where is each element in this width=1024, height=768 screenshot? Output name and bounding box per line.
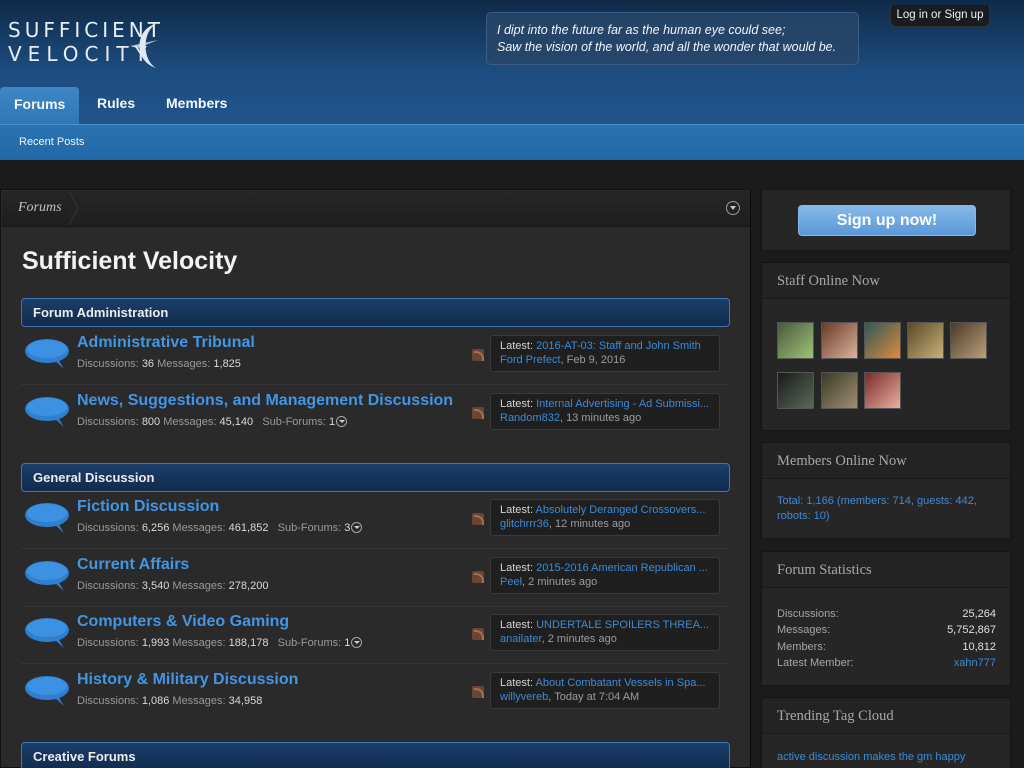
latest-post-box: Latest: 2016-AT-03: Staff and John Smith… [490,335,720,372]
tab-members[interactable]: Members [166,86,227,124]
category-creative-forums[interactable]: Creative Forums [21,742,730,768]
quote-line-2: Saw the vision of the world, and all the… [497,40,837,54]
latest-user-link[interactable]: Peel [500,576,522,588]
rss-icon[interactable] [472,349,484,361]
latest-user-link[interactable]: glitchrrr36 [500,518,549,530]
subforums-dropdown-icon[interactable] [351,522,363,533]
latest-user-link[interactable]: Ford Prefect [500,354,561,366]
latest-post-box: Latest: 2015-2016 American Republican ..… [490,557,720,594]
forum-row: Fiction Discussion Discussions: 6,256 Me… [21,492,730,549]
latest-thread-link[interactable]: 2016-AT-03: Staff and John Smith [536,340,701,352]
sign-up-button[interactable]: Sign up now! [798,205,976,236]
forum-title-link[interactable]: News, Suggestions, and Management Discus… [77,392,453,410]
category-general-discussion[interactable]: General Discussion [21,463,730,492]
forum-title-link[interactable]: Current Affairs [77,556,189,574]
avatar[interactable] [821,372,858,409]
rss-icon[interactable] [472,407,484,419]
forum-stats: Discussions: 6,256 Messages: 461,852 Sub… [77,522,363,534]
staff-online-block: Staff Online Now [761,262,1011,431]
members-online-block: Members Online Now Total: 1,166 (members… [761,442,1011,539]
forum-row: News, Suggestions, and Management Discus… [21,386,730,443]
latest-post-box: Latest: UNDERTALE SPOILERS THREA... anai… [490,614,720,651]
forum-stats: Discussions: 36 Messages: 1,825 [77,358,241,370]
rss-icon[interactable] [472,571,484,583]
forum-title-link[interactable]: History & Military Discussion [77,671,298,689]
forum-stats: Discussions: 1,993 Messages: 188,178 Sub… [77,637,363,649]
latest-post-box: Latest: Internal Advertising - Ad Submis… [490,393,720,430]
latest-member-link[interactable]: xahn777 [954,656,996,671]
trending-tags-block: Trending Tag Cloud active discussion mak… [761,697,1011,768]
avatar[interactable] [907,322,944,359]
page-title: Sufficient Velocity [22,247,238,275]
breadcrumb-forums[interactable]: Forums [2,191,78,226]
latest-thread-link[interactable]: Internal Advertising - Ad Submissi... [536,398,709,410]
subnav-recent-posts[interactable]: Recent Posts [19,136,84,148]
forum-statistics-block: Forum Statistics Discussions: 25,264 Mess… [761,551,1011,686]
login-signup-button[interactable]: Log in or Sign up [890,5,990,27]
rss-icon[interactable] [472,628,484,640]
forum-bubble-icon [25,618,69,648]
category-forum-administration[interactable]: Forum Administration [21,298,730,327]
quote-line-1: I dipt into the future far as the human … [497,23,786,37]
latest-user-link[interactable]: willyvereb [500,691,548,703]
signup-block: Sign up now! [761,189,1011,251]
tab-forums[interactable]: Forums [0,87,80,124]
breadcrumb: Forums [2,191,750,227]
forum-row: Computers & Video Gaming Discussions: 1,… [21,607,730,664]
latest-post-box: Latest: About Combatant Vessels in Spa..… [490,672,720,709]
latest-thread-link[interactable]: 2015-2016 American Republican ... [536,562,708,574]
latest-time: 12 minutes ago [555,518,631,530]
latest-time: Feb 9, 2016 [566,354,626,366]
latest-thread-link[interactable]: Absolutely Deranged Crossovers... [535,504,705,516]
jump-menu-icon[interactable] [726,201,740,215]
crescent-icon [130,24,158,68]
trending-tags-heading: Trending Tag Cloud [762,698,1010,734]
avatar[interactable] [777,372,814,409]
forum-bubble-icon [25,397,69,427]
subforums-dropdown-icon[interactable] [336,416,348,427]
forum-bubble-icon [25,339,69,369]
forum-title-link[interactable]: Computers & Video Gaming [77,613,289,631]
latest-time: Today at 7:04 AM [554,691,640,703]
rss-icon[interactable] [472,686,484,698]
latest-user-link[interactable]: anailater [500,633,542,645]
members-online-total[interactable]: Total: 1,166 (members: 714, guests: 442,… [777,494,999,524]
site-logo[interactable]: SUFFICIENT VELOCITY [8,18,160,74]
forum-bubble-icon [25,503,69,533]
avatar[interactable] [821,322,858,359]
latest-time: 2 minutes ago [547,633,617,645]
forum-row: History & Military Discussion Discussion… [21,665,730,722]
avatar[interactable] [864,322,901,359]
latest-user-link[interactable]: Random832 [500,412,560,424]
tab-rules[interactable]: Rules [97,86,135,124]
forum-stats: Discussions: 800 Messages: 45,140 Sub-Fo… [77,416,348,428]
forum-title-link[interactable]: Fiction Discussion [77,498,219,516]
avatar[interactable] [950,322,987,359]
rss-icon[interactable] [472,513,484,525]
latest-time: 2 minutes ago [528,576,598,588]
staff-online-heading: Staff Online Now [762,263,1010,299]
forum-list-panel: Forums Sufficient Velocity Forum Adminis… [0,189,751,768]
avatar[interactable] [777,322,814,359]
sub-nav: Recent Posts [0,124,1024,160]
latest-thread-link[interactable]: UNDERTALE SPOILERS THREA... [536,619,709,631]
subforums-dropdown-icon[interactable] [351,637,363,648]
forum-statistics-heading: Forum Statistics [762,552,1010,588]
forum-bubble-icon [25,676,69,706]
members-online-heading: Members Online Now [762,443,1010,479]
latest-thread-link[interactable]: About Combatant Vessels in Spa... [535,677,705,689]
forum-row: Administrative Tribunal Discussions: 36 … [21,328,730,385]
forum-bubble-icon [25,561,69,591]
latest-post-box: Latest: Absolutely Deranged Crossovers..… [490,499,720,536]
header-quote: I dipt into the future far as the human … [486,12,859,65]
tag-link[interactable]: active discussion makes the gm happy [777,751,965,763]
site-header: SUFFICIENT VELOCITY I dipt into the futu… [0,0,1024,160]
forum-stats: Discussions: 1,086 Messages: 34,958 [77,695,263,707]
forum-stats: Discussions: 3,540 Messages: 278,200 [77,580,269,592]
forum-row: Current Affairs Discussions: 3,540 Messa… [21,550,730,607]
forum-title-link[interactable]: Administrative Tribunal [77,334,255,352]
avatar[interactable] [864,372,901,409]
main-nav: Forums Rules Members [0,86,1024,124]
latest-time: 13 minutes ago [566,412,642,424]
